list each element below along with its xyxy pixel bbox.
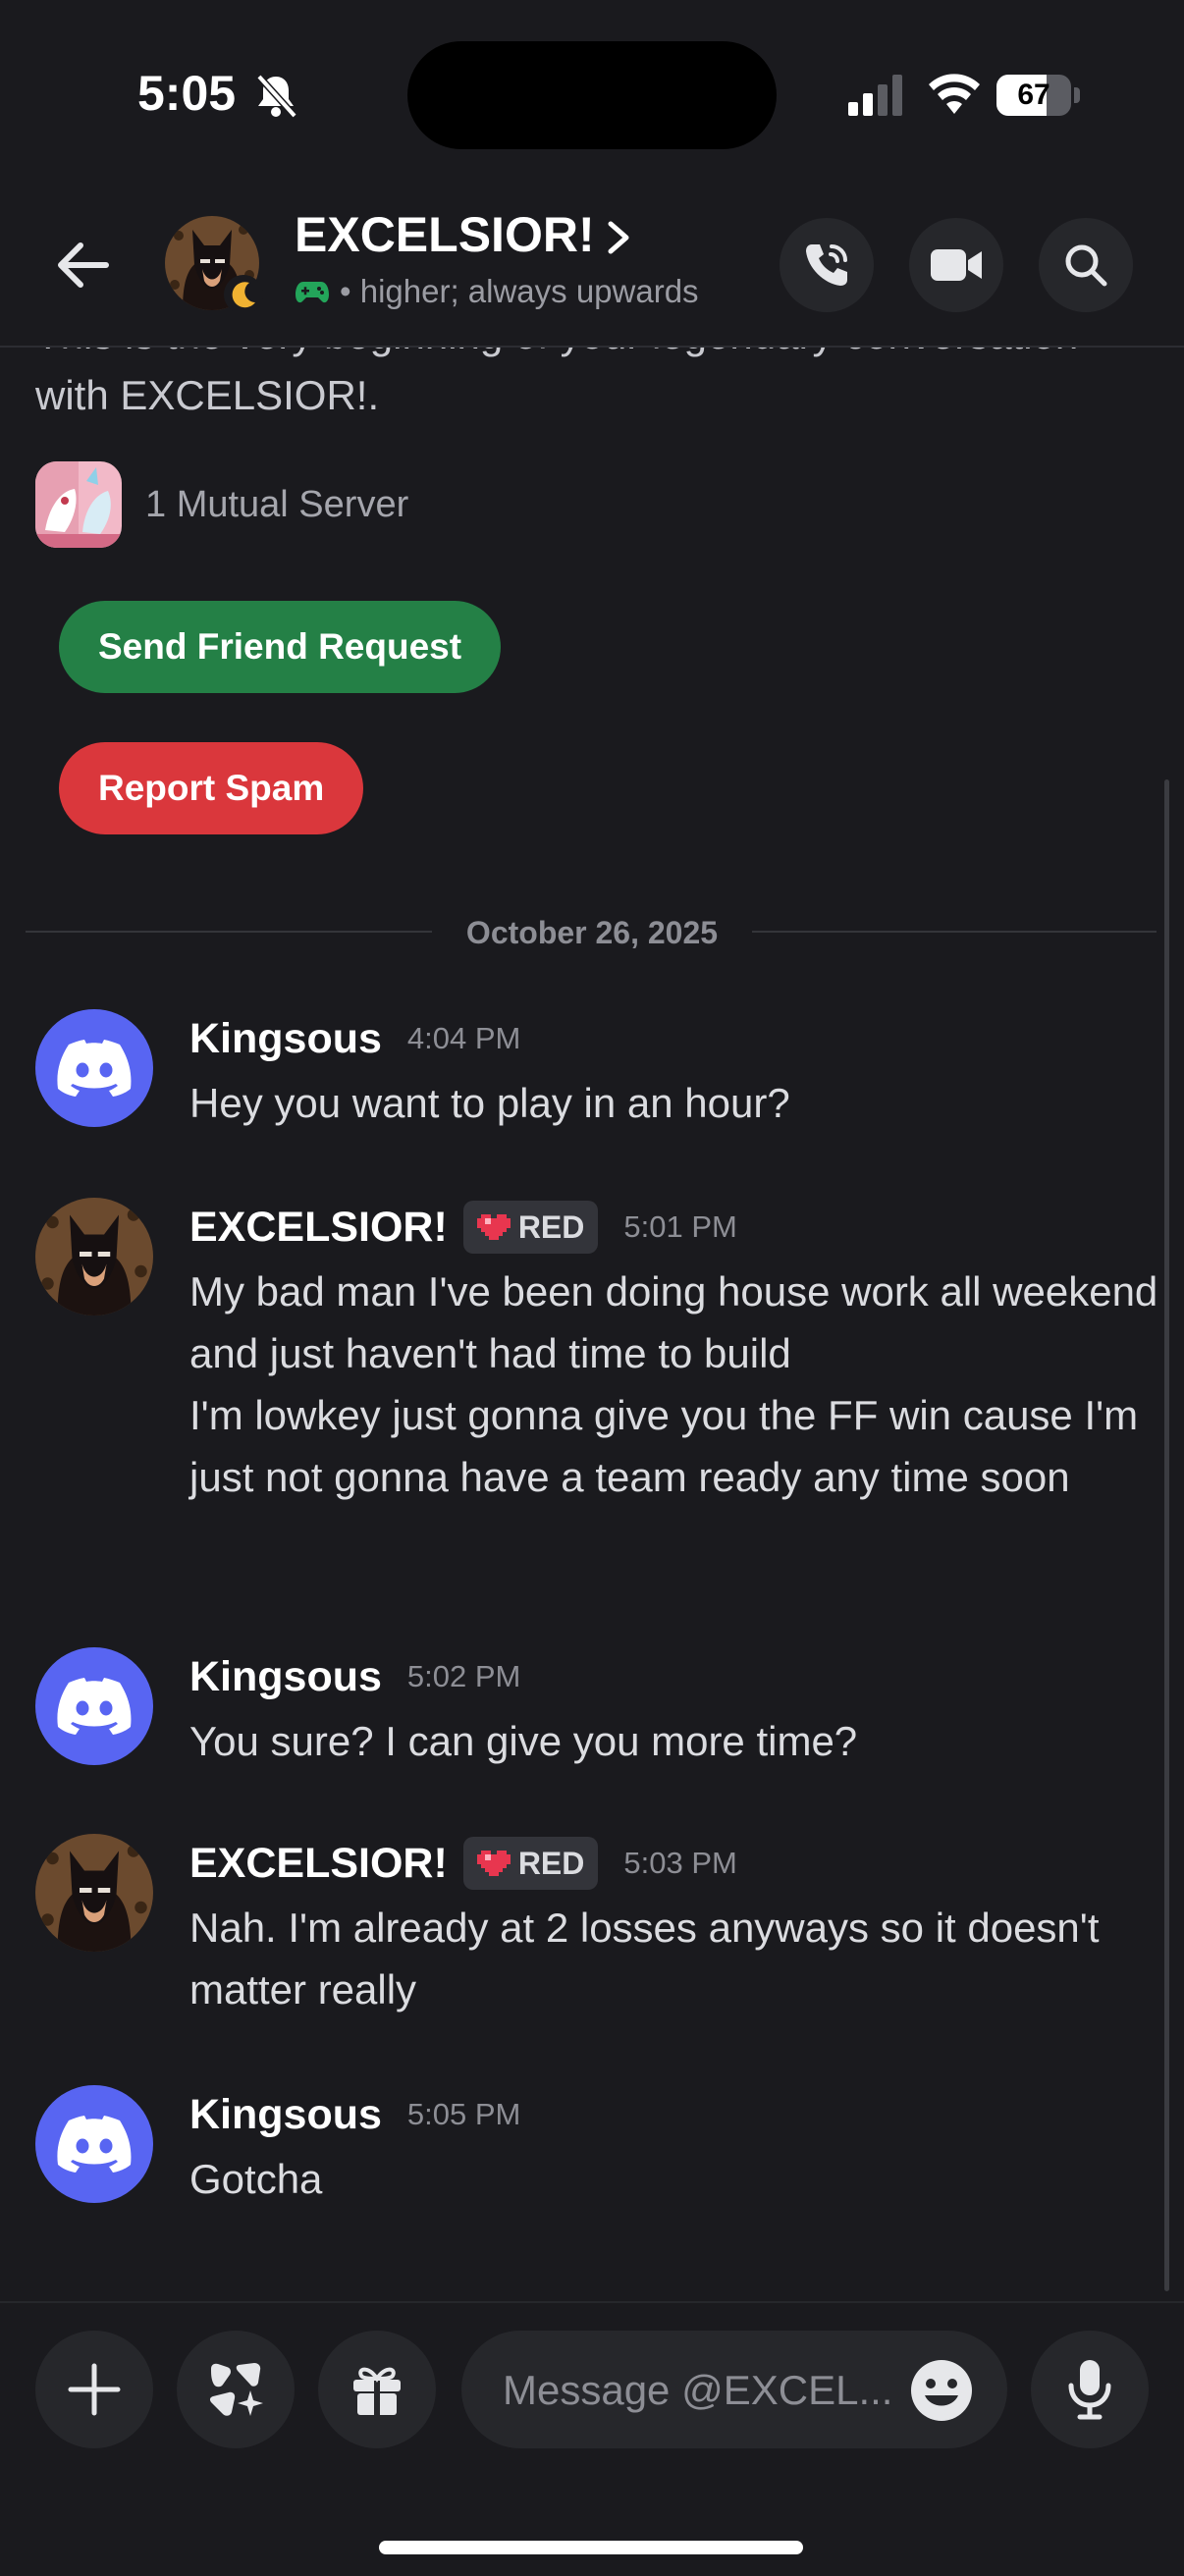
avatar[interactable]	[35, 1834, 153, 1952]
video-camera-icon	[931, 249, 982, 281]
discord-logo-icon	[57, 2116, 132, 2173]
server-icon	[35, 461, 122, 548]
message-text: Nah. I'm already at 2 losses anyways so …	[189, 1905, 1100, 2012]
avatar[interactable]	[35, 1198, 153, 1315]
discord-logo-icon	[57, 1040, 132, 1097]
batman-avatar-image	[35, 1834, 153, 1952]
role-badge[interactable]: RED	[462, 1837, 599, 1890]
battery-percent: 67	[1017, 79, 1050, 111]
voice-message-button[interactable]	[1031, 2331, 1149, 2448]
batman-avatar-image	[35, 1198, 153, 1315]
scrollbar[interactable]	[1164, 779, 1169, 2291]
bell-slash-icon	[256, 74, 297, 119]
message-author[interactable]: EXCELSIOR!	[189, 1204, 448, 1252]
apps-button[interactable]	[177, 2331, 295, 2448]
dm-header: EXCELSIOR! • higher; always upwards	[0, 187, 1184, 348]
avatar[interactable]	[35, 2085, 153, 2203]
message-text: Hey you want to play in an hour?	[189, 1080, 790, 1126]
message-timestamp: 5:01 PM	[623, 1209, 737, 1244]
mutual-servers[interactable]: 1 Mutual Server	[35, 461, 408, 548]
message-timestamp: 4:04 PM	[406, 1021, 521, 1055]
message-text: My bad man I've been doing house work al…	[189, 1268, 1158, 1376]
date-divider: October 26, 2025	[432, 913, 752, 952]
battery-indicator: 67	[996, 75, 1081, 116]
message-composer	[0, 2301, 1184, 2576]
role-badge-label: RED	[517, 1208, 585, 1245]
message-input-container[interactable]	[461, 2331, 1007, 2450]
avatar[interactable]	[35, 1647, 153, 1765]
mutual-server-count: 1 Mutual Server	[145, 483, 409, 525]
discord-logo-icon	[57, 1678, 132, 1735]
message-text: I'm lowkey just gonna give you the FF wi…	[189, 1392, 1139, 1500]
message-input[interactable]	[501, 2331, 917, 2450]
send-friend-request-button[interactable]: Send Friend Request	[59, 601, 502, 693]
conversation-intro: This is the very beginning of your legen…	[35, 348, 1078, 418]
role-badge[interactable]: RED	[462, 1201, 599, 1254]
chevron-right-icon[interactable]	[601, 218, 636, 257]
back-arrow-icon[interactable]	[49, 231, 118, 299]
message-timestamp: 5:05 PM	[406, 2097, 521, 2131]
search-button[interactable]	[1039, 218, 1133, 312]
search-icon	[1065, 244, 1107, 287]
apps-icon	[209, 2363, 263, 2416]
message-timestamp: 5:03 PM	[623, 1846, 737, 1880]
attach-button[interactable]	[35, 2331, 153, 2448]
home-indicator[interactable]	[379, 2541, 803, 2554]
game-controller-icon	[296, 282, 329, 303]
pixel-heart-icon	[476, 1851, 511, 1876]
message-list[interactable]: This is the very beginning of your legen…	[0, 348, 1184, 2301]
status-time: 5:05	[137, 66, 237, 121]
status-text: • higher; always upwards	[340, 273, 699, 309]
avatar[interactable]	[35, 1009, 153, 1127]
microphone-icon	[1068, 2360, 1111, 2420]
message-text: You sure? I can give you more time?	[189, 1718, 858, 1764]
video-call-button[interactable]	[909, 218, 1003, 312]
message-author[interactable]: Kingsous	[189, 1015, 382, 1063]
role-badge-label: RED	[517, 1845, 585, 1881]
channel-title[interactable]: EXCELSIOR!	[295, 206, 595, 263]
cellular-signal-icon	[848, 75, 902, 116]
message-text: Gotcha	[189, 2156, 323, 2202]
dynamic-island	[407, 41, 777, 149]
plus-icon	[68, 2363, 121, 2416]
message-author[interactable]: Kingsous	[189, 1653, 382, 1701]
emoji-icon[interactable]	[909, 2358, 974, 2423]
pixel-heart-icon	[476, 1214, 511, 1240]
gift-button[interactable]	[318, 2331, 436, 2448]
moon-icon	[224, 275, 263, 314]
message-timestamp: 5:02 PM	[406, 1659, 521, 1693]
custom-status: • higher; always upwards	[295, 273, 699, 310]
voice-call-button[interactable]	[780, 218, 874, 312]
report-spam-button[interactable]: Report Spam	[59, 742, 364, 834]
gift-icon	[353, 2367, 401, 2417]
message-author[interactable]: Kingsous	[189, 2091, 382, 2139]
message-author[interactable]: EXCELSIOR!	[189, 1840, 448, 1888]
wifi-icon	[929, 74, 980, 114]
status-bar: 5:05 67	[0, 0, 1184, 187]
phone-call-icon	[806, 244, 847, 286]
